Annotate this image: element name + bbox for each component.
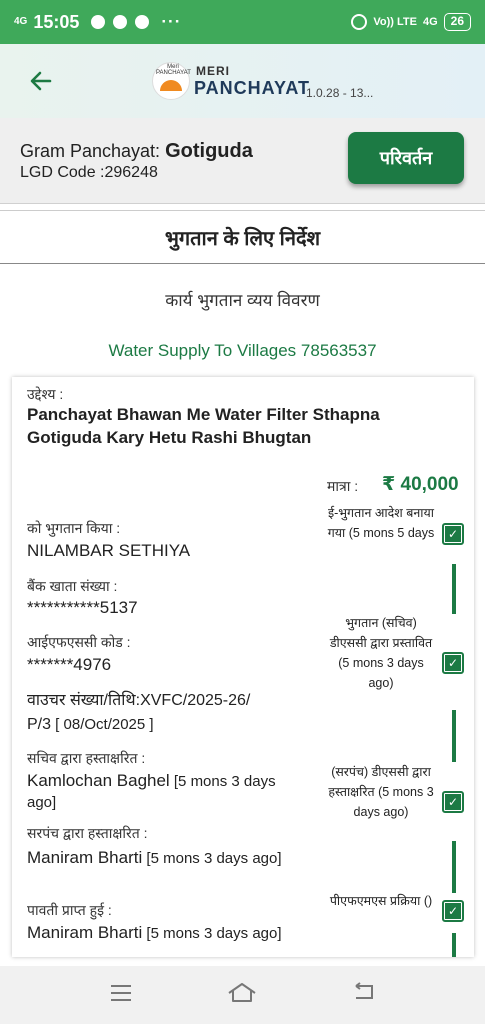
timeline-connector [452,933,456,957]
sarpanch-name: Maniram Bharti [27,848,143,867]
secretary-signed-value-line: Kamlochan Baghel [5 mons 3 days ago] [27,771,297,813]
menu-icon[interactable] [101,982,141,1008]
step-3-checkbox[interactable]: ✓ [442,791,464,813]
volte-indicator: Vo)) LTE [373,16,417,28]
payment-detail-card: उद्देश्य : Panchayat Bhawan Me Water Fil… [12,377,474,957]
purpose-text: Panchayat Bhawan Me Water Filter Sthapna… [27,405,380,447]
sarpanch-signed-time: [5 mons 3 days ago] [142,850,282,867]
app-notification-icon [113,15,128,29]
secretary-name: Kamlochan Baghel [27,771,170,790]
receipt-time: [5 mons 3 days ago] [142,925,282,942]
timeline-connector [452,564,456,614]
receipt-value-line: Maniram Bharti [5 mons 3 days ago] [27,923,307,944]
check-icon: ✓ [445,526,461,542]
step-epayment-order: ई-भुगतान आदेश बनाया गया (5 mons 5 days [327,506,435,540]
voucher-value: P/3 [27,716,52,733]
status-right: Vo)) LTE 4G 26 [351,13,471,31]
sub-title: कार्य भुगतान व्यय विवरण [165,291,320,310]
status-time: 15:05 [33,11,80,32]
voucher-date: [ 08/Oct/2025 ] [51,716,154,733]
step-2-checkbox[interactable]: ✓ [442,652,464,674]
ifsc-label: आईएफएससी कोड : [27,634,131,650]
home-icon[interactable] [222,981,262,1009]
change-panchayat-button[interactable]: परिवर्तन [348,132,464,184]
paid-to-label: को भुगतान किया : [27,520,121,536]
section-header: भुगतान के लिए निर्देश [0,210,485,264]
back-icon[interactable] [344,982,384,1008]
gram-panchayat-line: Gram Panchayat: Gotiguda [20,140,253,163]
youtube-notification-icon [91,15,106,29]
bank-account-value: ***********5137 [27,598,138,617]
app-notification-icon-2 [135,15,150,29]
voucher-value-line: P/3 [ 08/Oct/2025 ] [27,715,154,735]
voucher-block: वाउचर संख्या/तिथि:XVFC/2025-26/ [27,691,317,711]
amount-label: मात्रा : [327,478,359,494]
step-1-checkbox[interactable]: ✓ [442,523,464,545]
check-icon: ✓ [445,794,461,810]
timeline-connector [452,841,456,893]
battery-indicator: 26 [443,13,471,31]
sarpanch-signed-value-line: Maniram Bharti [5 mons 3 days ago] [27,848,307,869]
lgd-code: LGD Code :296248 [20,164,158,181]
system-nav-bar [0,966,485,1024]
bank-account-label: बैंक खाता संख्या : [27,578,118,594]
secretary-signed-label: सचिव द्वारा हस्ताक्षरित : [27,750,146,766]
more-notifications-indicator: ··· [161,12,182,31]
ifsc-value: *******4976 [27,655,112,674]
timeline-connector [452,710,456,762]
step-4-checkbox[interactable]: ✓ [442,900,464,922]
check-icon: ✓ [445,903,461,919]
status-bar: 4G 15:05 ··· Vo)) LTE 4G 26 [0,0,485,44]
network-indicator: 4G [14,16,28,27]
amount-value: ₹ 40,000 [382,474,459,495]
alarm-icon [351,14,368,30]
network-indicator-right: 4G [422,16,438,28]
status-left: 4G 15:05 ··· [14,12,181,33]
paid-to-value: NILAMBAR SETHIYA [27,541,191,560]
gram-panchayat-bar: Gram Panchayat: Gotiguda LGD Code :29624… [0,118,485,204]
gram-panchayat-label: Gram Panchayat: [20,141,166,161]
purpose-label: उद्देश्य : [27,386,64,402]
page-title: भुगतान के लिए निर्देश [164,227,321,250]
app-header: Meri PANCHAYAT MERI PANCHAYAT 1.0.28 - 1… [0,44,485,118]
logo-small-text: Meri PANCHAYAT [156,64,191,76]
gram-panchayat-name: Gotiguda [165,140,253,162]
receipt-name: Maniram Bharti [27,923,143,942]
sarpanch-signed-label: सरपंच द्वारा हस्ताक्षरित : [27,825,148,841]
brand-meri: MERI [196,64,230,78]
check-icon: ✓ [445,655,461,671]
scheme-name: Water Supply To Villages 78563537 [108,341,377,360]
step-pfms-process: पीएफएमएस प्रक्रिया () [329,894,433,908]
logo-sun-graphic [160,79,182,91]
brand-panchayat: PANCHAYAT [194,78,311,98]
app-version: 1.0.28 - 13... [306,86,374,100]
voucher-label: वाउचर संख्या/तिथि:XVFC/2025-26/ [27,692,251,709]
receipt-label: पावती प्राप्त हुई : [27,902,112,918]
step-secretary-proposed: भुगतान (सचिव) डीएससी द्वारा प्रस्तावित (… [329,616,433,690]
back-arrow-icon[interactable] [28,68,54,94]
step-sarpanch-signed: (सरपंच) डीएससी द्वारा हस्ताक्षरित (5 mon… [328,765,434,819]
